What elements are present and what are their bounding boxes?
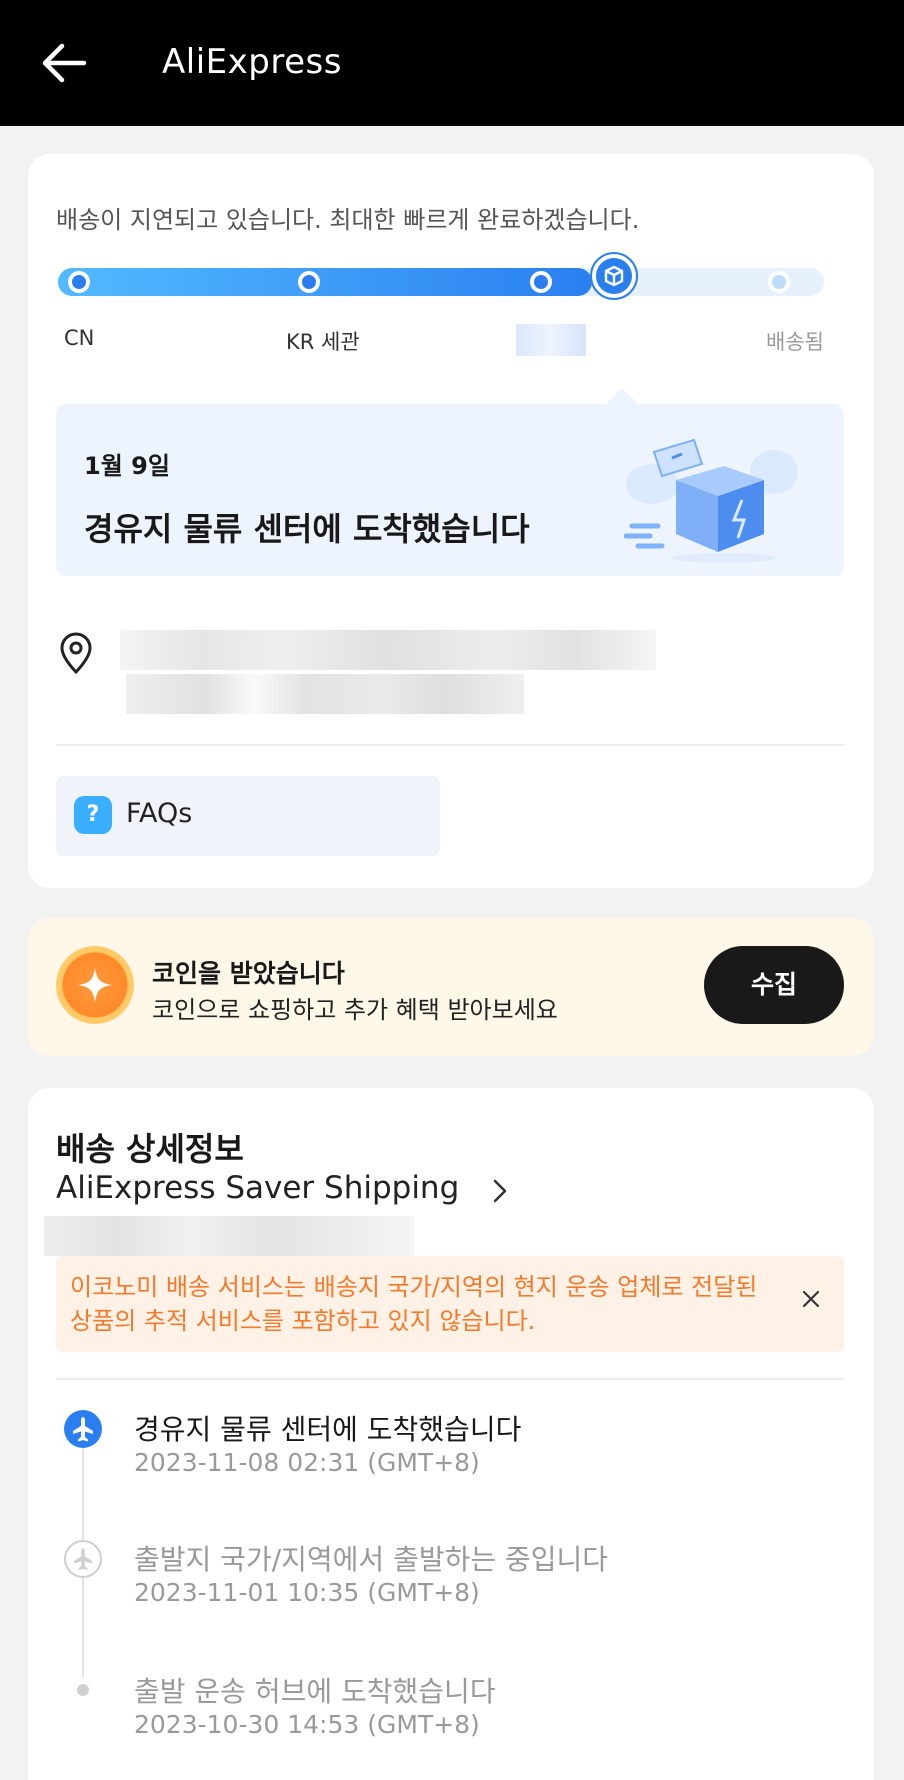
shipping-detail-card: 배송 상세정보 AliExpress Saver Shipping 이코노미 배… bbox=[28, 1088, 874, 1780]
airplane-icon-active bbox=[64, 1410, 102, 1448]
timeline-divider bbox=[56, 1378, 844, 1380]
winged-box-illustration bbox=[624, 438, 798, 563]
question-mark-icon: ? bbox=[74, 796, 112, 834]
collect-coins-button[interactable]: 수집 bbox=[704, 946, 844, 1024]
event-title: 출발 운송 허브에 도착했습니다 bbox=[134, 1675, 496, 1708]
timeline-dot bbox=[77, 1684, 89, 1696]
event-time: 2023-10-30 14:53 (GMT+8) bbox=[134, 1710, 480, 1739]
stage-dot-transit bbox=[530, 271, 552, 293]
stage-label-delivered: 배송됨 bbox=[766, 330, 824, 354]
faq-label: FAQs bbox=[126, 798, 193, 829]
progress-track bbox=[58, 252, 824, 300]
package-icon bbox=[604, 265, 624, 287]
location-pin-icon bbox=[60, 632, 92, 675]
chevron-right-icon[interactable] bbox=[490, 1176, 510, 1206]
latest-status-panel: 1월 9일 경유지 물류 센터에 도착했습니다 bbox=[56, 388, 844, 576]
stage-label-cn: CN bbox=[64, 326, 95, 350]
current-stage-marker bbox=[590, 252, 638, 300]
close-icon[interactable] bbox=[796, 1284, 826, 1314]
latest-status-text: 경유지 물류 센터에 도착했습니다 bbox=[84, 510, 530, 548]
coin-title: 코인을 받았습니다 bbox=[152, 959, 345, 988]
airplane-icon bbox=[64, 1540, 102, 1578]
event-time: 2023-11-08 02:31 (GMT+8) bbox=[134, 1448, 480, 1477]
notice-text: 이코노미 배송 서비스는 배송지 국가/지역의 현지 운송 업체로 전달된 상품… bbox=[70, 1273, 758, 1335]
address-blurred bbox=[104, 630, 656, 722]
stage-label-blurred bbox=[516, 324, 586, 356]
stage-dot-customs bbox=[298, 271, 320, 293]
shipping-method-link[interactable]: AliExpress Saver Shipping bbox=[56, 1170, 459, 1206]
delay-message: 배송이 지연되고 있습니다. 최대한 빠르게 완료하겠습니다. bbox=[56, 206, 640, 234]
coin-subtitle: 코인으로 쇼핑하고 추가 혜택 받아보세요 bbox=[152, 996, 558, 1024]
tracking-card: 배송이 지연되고 있습니다. 최대한 빠르게 완료하겠습니다. CN KR 세관… bbox=[28, 154, 874, 888]
latest-status-date: 1월 9일 bbox=[84, 452, 170, 480]
stage-label-customs: KR 세관 bbox=[286, 330, 360, 354]
event-title: 경유지 물류 센터에 도착했습니다 bbox=[134, 1413, 522, 1446]
event-time: 2023-11-01 10:35 (GMT+8) bbox=[134, 1578, 480, 1607]
shipping-detail-title: 배송 상세정보 bbox=[56, 1130, 244, 1168]
stage-dot-delivered bbox=[768, 271, 790, 293]
coin-reward-card: 코인을 받았습니다 코인으로 쇼핑하고 추가 혜택 받아보세요 수집 bbox=[28, 918, 874, 1056]
app-bar: AliExpress bbox=[0, 0, 904, 126]
tracking-number-blurred bbox=[44, 1216, 414, 1256]
app-title: AliExpress bbox=[162, 42, 342, 82]
stage-dot-cn bbox=[68, 271, 90, 293]
progress-track-fill bbox=[58, 268, 592, 296]
faq-button[interactable]: ? FAQs bbox=[56, 776, 440, 856]
back-arrow-icon[interactable] bbox=[38, 40, 88, 86]
panel-pointer bbox=[606, 388, 638, 404]
event-title: 출발지 국가/지역에서 출발하는 중입니다 bbox=[134, 1543, 609, 1576]
economy-shipping-notice: 이코노미 배송 서비스는 배송지 국가/지역의 현지 운송 업체로 전달된 상품… bbox=[56, 1256, 844, 1352]
section-divider bbox=[56, 744, 844, 746]
coin-icon bbox=[56, 946, 134, 1024]
